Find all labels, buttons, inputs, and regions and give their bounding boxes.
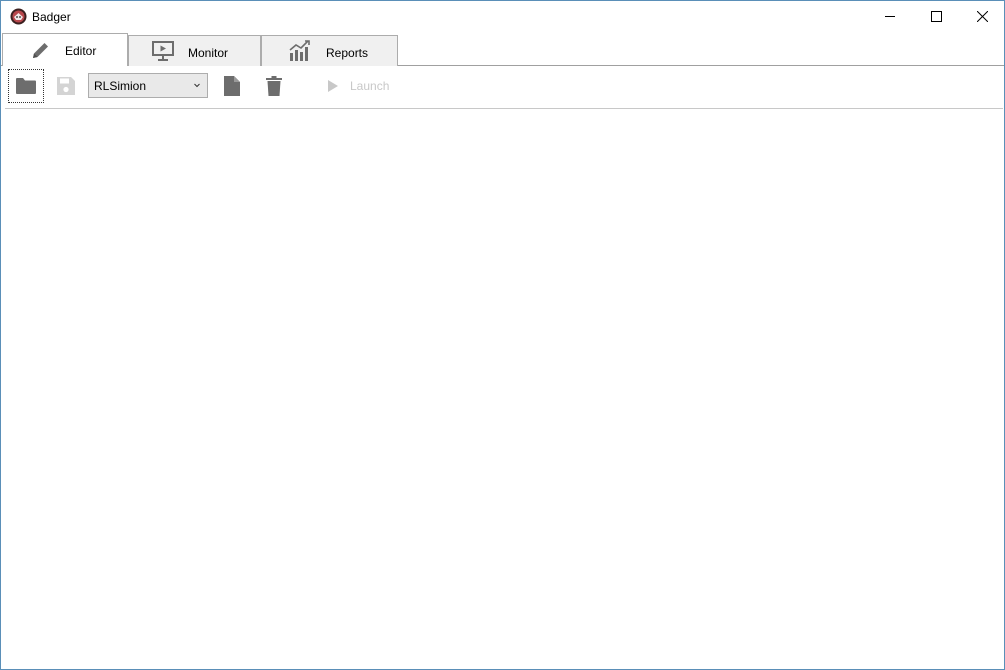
open-button[interactable] xyxy=(8,69,44,103)
file-icon xyxy=(224,76,240,96)
chevron-down-icon xyxy=(194,83,200,88)
new-button[interactable] xyxy=(217,71,247,101)
monitor-play-icon xyxy=(152,41,174,61)
title-bar[interactable]: Badger xyxy=(1,1,1004,32)
window-title: Badger xyxy=(32,10,71,24)
tab-editor-label: Editor xyxy=(65,44,97,58)
editor-content-area[interactable] xyxy=(2,109,1003,669)
launch-button[interactable]: Launch xyxy=(327,76,389,96)
maximize-button[interactable] xyxy=(913,1,959,32)
tab-editor[interactable]: Editor xyxy=(2,33,128,66)
badger-logo-icon xyxy=(10,8,27,25)
minimize-icon xyxy=(884,16,895,17)
delete-button[interactable] xyxy=(259,71,289,101)
tab-reports-label: Reports xyxy=(326,46,369,60)
tab-monitor-label: Monitor xyxy=(188,46,229,60)
save-icon xyxy=(57,77,75,95)
bar-chart-icon xyxy=(289,40,310,61)
experiment-combo-value: RLSimion xyxy=(94,79,147,93)
maximize-icon xyxy=(930,11,942,22)
folder-icon xyxy=(16,78,36,94)
play-icon xyxy=(328,80,338,92)
tab-monitor[interactable]: Monitor xyxy=(128,35,261,66)
save-button[interactable] xyxy=(51,71,81,101)
trash-icon xyxy=(266,76,282,96)
app-window: Badger Editor Monitor Reports RLSimion L… xyxy=(0,0,1005,670)
pencil-icon xyxy=(33,43,48,58)
close-button[interactable] xyxy=(959,1,1005,32)
launch-label: Launch xyxy=(350,79,390,93)
experiment-combo[interactable]: RLSimion xyxy=(88,73,208,98)
close-icon xyxy=(976,11,988,22)
tab-strip: Editor Monitor Reports xyxy=(1,32,1004,66)
tab-reports[interactable]: Reports xyxy=(261,35,398,66)
minimize-button[interactable] xyxy=(867,1,913,32)
